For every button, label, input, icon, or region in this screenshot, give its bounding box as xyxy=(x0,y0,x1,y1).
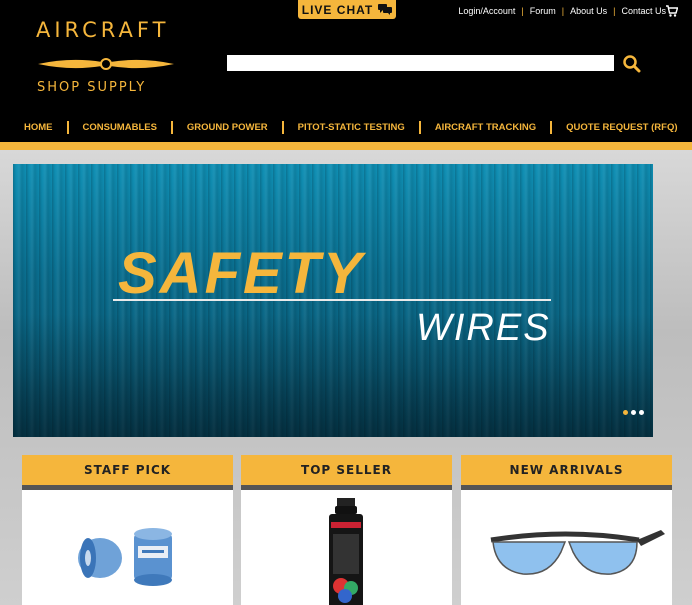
nav-item-ground-power[interactable]: GROUND POWER xyxy=(187,122,268,133)
nav-item-quote-request[interactable]: QUOTE REQUEST (RFQ) xyxy=(566,122,677,133)
nav-divider xyxy=(66,120,69,134)
login-link[interactable]: Login/Account xyxy=(458,6,515,16)
staff-pick-card[interactable]: STAFF PICK xyxy=(22,455,233,605)
nav-item-home[interactable]: HOME xyxy=(24,122,53,133)
contact-link[interactable]: Contact Us xyxy=(621,6,666,16)
hero-divider xyxy=(113,299,551,301)
nav-item-consumables[interactable]: CONSUMABLES xyxy=(83,122,157,133)
card-heading: STAFF PICK xyxy=(22,455,233,485)
card-image[interactable] xyxy=(22,490,233,605)
carousel-dot[interactable] xyxy=(623,410,628,415)
nav-divider xyxy=(281,120,284,134)
logo-text-top: AIRCRAFT xyxy=(36,18,170,42)
header-accent-bar xyxy=(0,142,692,150)
carousel-dot[interactable] xyxy=(631,410,636,415)
hero-title: SAFETY xyxy=(118,241,365,306)
safety-glasses-image xyxy=(490,530,665,575)
about-link[interactable]: About Us xyxy=(570,6,607,16)
new-arrivals-card[interactable]: NEW ARRIVALS xyxy=(461,455,672,605)
safety-wire-spools-image xyxy=(78,528,172,586)
top-links: Login/Account | Forum | About Us | Conta… xyxy=(458,6,666,16)
card-heading: TOP SELLER xyxy=(241,455,452,485)
logo-text-bottom: SHOP SUPPLY xyxy=(37,80,147,95)
link-separator: | xyxy=(613,6,616,16)
chat-bubble-icon xyxy=(378,4,393,15)
live-chat-button[interactable]: LIVE CHAT xyxy=(298,0,396,19)
propeller-icon xyxy=(38,58,174,70)
carousel-dots xyxy=(623,410,644,415)
card-heading: NEW ARRIVALS xyxy=(461,455,672,485)
site-header: AIRCRAFT SHOP SUPPLY LIVE CHAT Login/Acc… xyxy=(0,0,692,142)
link-separator: | xyxy=(561,6,565,16)
search-icon[interactable] xyxy=(622,54,642,74)
nav-divider xyxy=(418,120,421,134)
nav-divider xyxy=(170,120,173,134)
carousel-dot[interactable] xyxy=(639,410,644,415)
main-nav: HOME CONSUMABLES GROUND POWER PITOT-STAT… xyxy=(0,118,692,136)
forum-link[interactable]: Forum xyxy=(530,6,556,16)
live-chat-label: LIVE CHAT xyxy=(301,2,374,17)
spray-paint-can-image xyxy=(329,498,363,605)
hero-subtitle: WIRES xyxy=(416,307,551,349)
nav-item-aircraft-tracking[interactable]: AIRCRAFT TRACKING xyxy=(435,122,536,133)
card-image[interactable] xyxy=(241,490,452,605)
cart-icon[interactable] xyxy=(666,5,678,17)
top-seller-card[interactable]: TOP SELLER xyxy=(241,455,452,605)
hero-banner[interactable]: SAFETY WIRES xyxy=(13,164,653,437)
card-image[interactable] xyxy=(461,490,672,605)
search-input[interactable] xyxy=(227,55,614,71)
site-logo[interactable]: AIRCRAFT SHOP SUPPLY xyxy=(36,18,176,98)
nav-item-pitot-static[interactable]: PITOT-STATIC TESTING xyxy=(298,122,405,133)
link-separator: | xyxy=(521,6,524,16)
nav-divider xyxy=(550,120,553,134)
